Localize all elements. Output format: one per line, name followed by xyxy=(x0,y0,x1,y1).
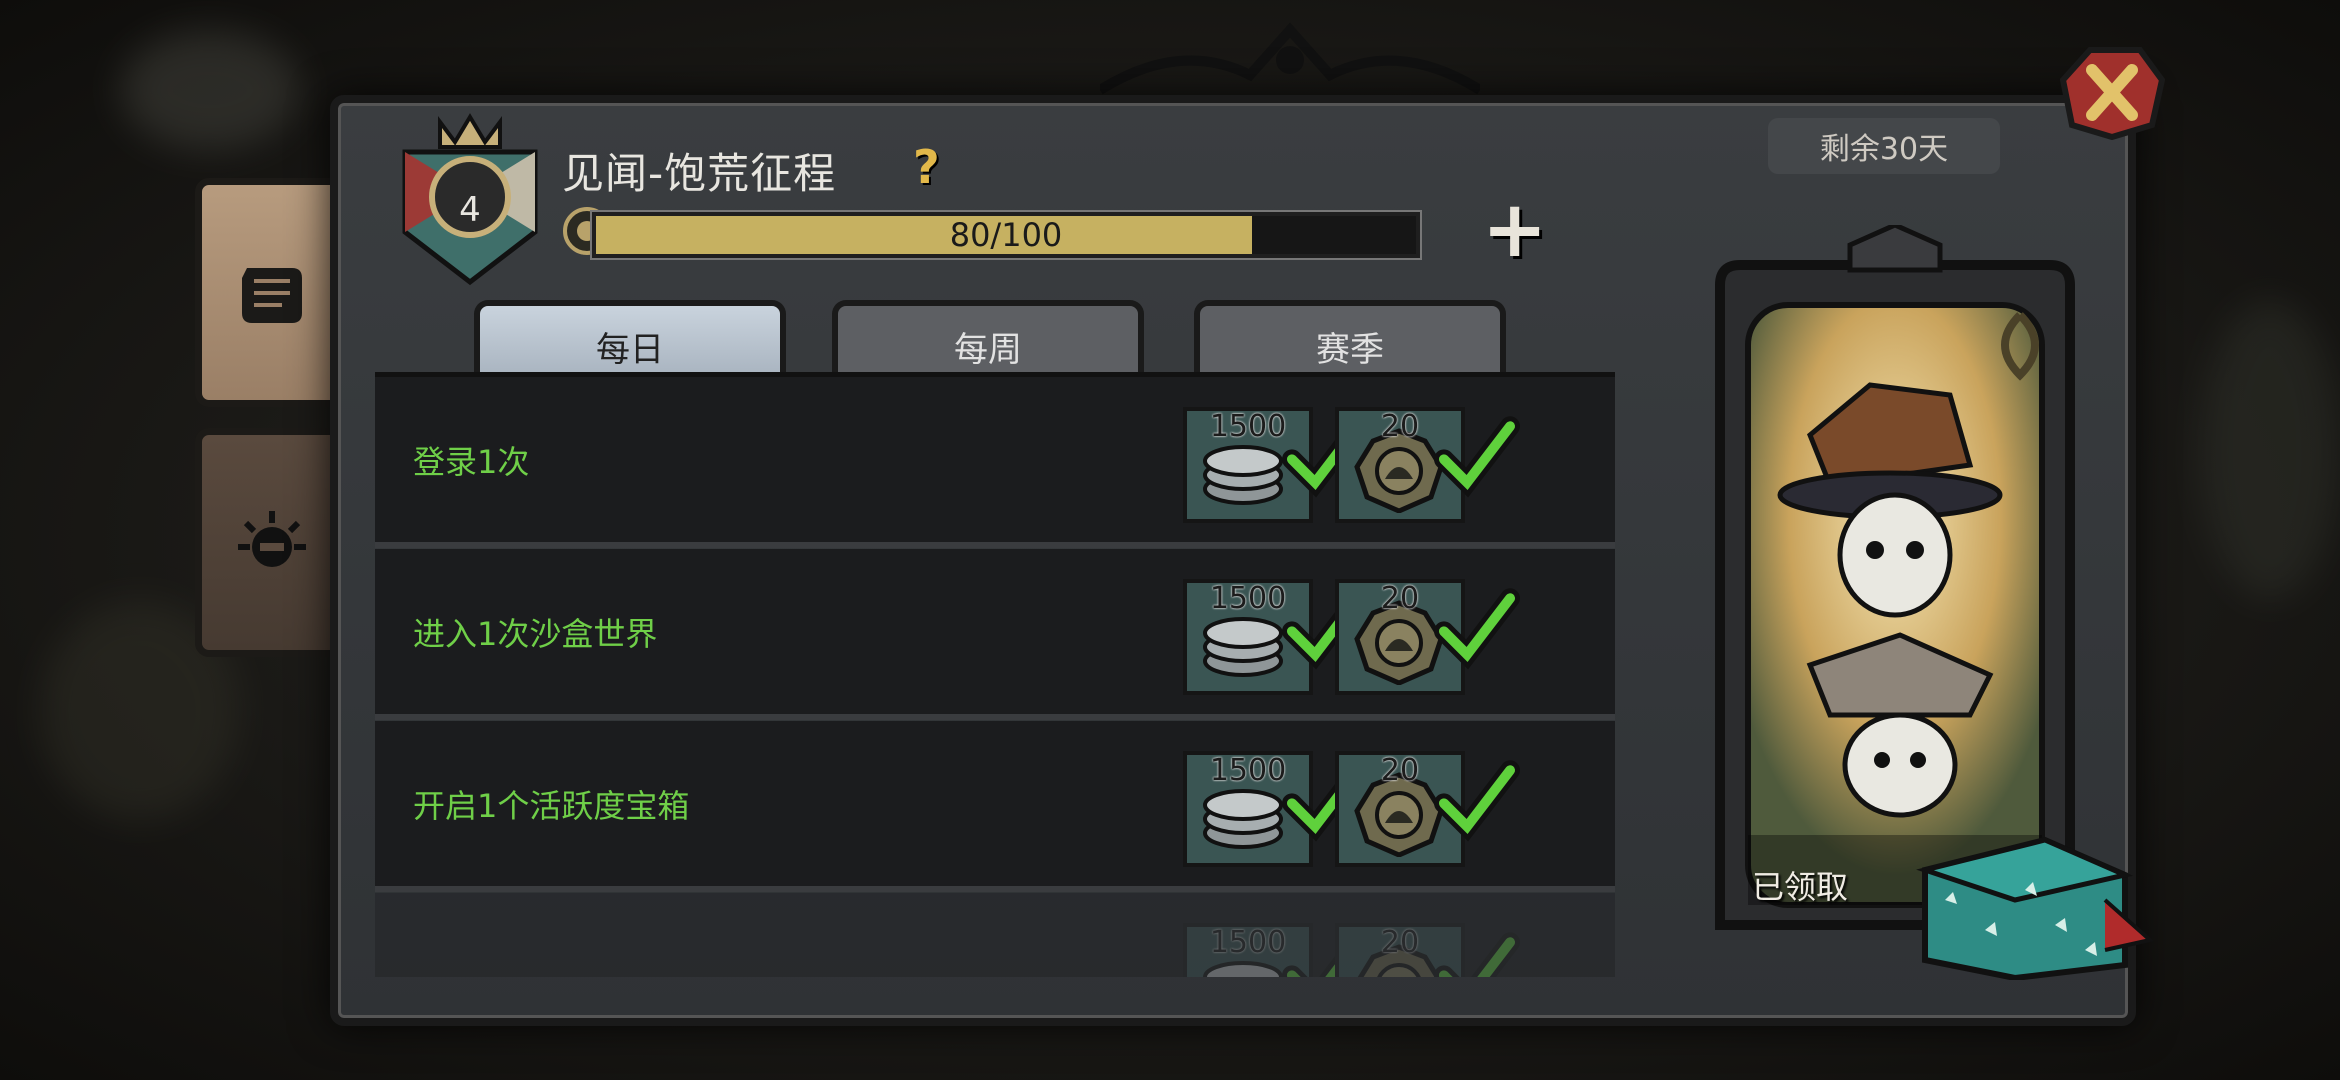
check-icon xyxy=(1265,913,1368,977)
side-tab-shop[interactable] xyxy=(195,428,349,657)
task-label: 登录1次 xyxy=(413,442,530,481)
reward-medals[interactable]: 20 xyxy=(1335,579,1520,695)
side-tab-tasks[interactable] xyxy=(195,178,349,407)
task-label: 进入1次沙盒世界 xyxy=(413,614,658,653)
check-icon xyxy=(1265,741,1368,842)
task-list[interactable]: 登录1次 1500 20 进入1次沙盒世界 1500 20 开启1个活跃度宝箱 1500 20 1… xyxy=(375,372,1615,977)
progress-bar: 80/100 xyxy=(562,206,1432,258)
tab-daily[interactable]: 每日 xyxy=(474,300,786,376)
ornament-top-decoration xyxy=(1100,22,1480,95)
sun-badge-icon xyxy=(238,510,306,567)
check-icon xyxy=(1417,397,1520,498)
reward-medals[interactable]: 20 xyxy=(1335,407,1520,523)
progress-text: 80/100 xyxy=(949,216,1063,254)
level-number: 4 xyxy=(459,190,481,230)
reward-coins[interactable]: 1500 xyxy=(1183,579,1368,695)
task-row: 开启1个活跃度宝箱 1500 20 xyxy=(375,721,1615,892)
reward-coins[interactable]: 1500 xyxy=(1183,751,1368,867)
reward-coins[interactable]: 1500 xyxy=(1183,923,1368,977)
task-label: 开启1个活跃度宝箱 xyxy=(413,786,690,825)
check-icon xyxy=(1417,741,1520,842)
reward-coins[interactable]: 1500 xyxy=(1183,407,1368,523)
task-row: 1500 20 xyxy=(375,893,1615,977)
tab-weekly[interactable]: 每周 xyxy=(832,300,1144,376)
remaining-days-badge: 剩余30天 xyxy=(1768,118,2000,174)
check-icon xyxy=(1417,913,1520,977)
check-icon xyxy=(1265,397,1368,498)
claimed-status: 已领取 xyxy=(1752,868,1849,906)
tab-season[interactable]: 赛季 xyxy=(1194,300,1506,376)
task-row: 进入1次沙盒世界 1500 20 xyxy=(375,549,1615,720)
check-icon xyxy=(1265,569,1368,670)
help-icon[interactable]: ? xyxy=(913,140,940,194)
add-button[interactable]: + xyxy=(1482,191,1547,269)
page-title: 见闻-饱荒征程 xyxy=(562,149,837,198)
close-icon[interactable] xyxy=(2060,45,2165,140)
task-row: 登录1次 1500 20 xyxy=(375,377,1615,548)
gift-box-icon[interactable] xyxy=(1905,830,2155,980)
reward-medals[interactable]: 20 xyxy=(1335,923,1520,977)
scroll-icon xyxy=(242,267,302,323)
check-icon xyxy=(1417,569,1520,670)
reward-medals[interactable]: 20 xyxy=(1335,751,1520,867)
